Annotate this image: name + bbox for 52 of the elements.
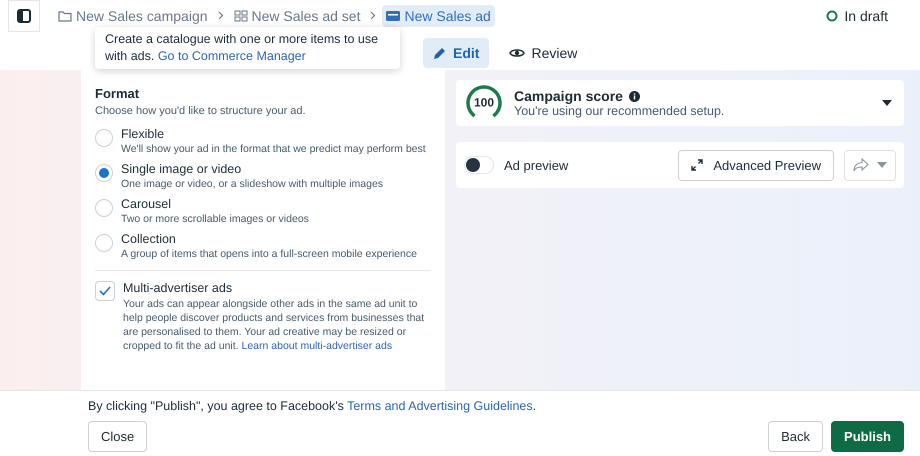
option-label: Flexible — [121, 127, 166, 141]
eye-icon — [509, 47, 526, 59]
footer-button[interactable]: Back — [768, 421, 824, 452]
tooltip-text: Create a catalogue with one or more items to use with ads. Go to Commerce Manager — [105, 32, 378, 63]
toggle-label: Ad preview — [504, 158, 568, 172]
share-icon — [853, 158, 869, 172]
checkbox[interactable] — [95, 281, 115, 301]
status-ring-icon — [826, 10, 838, 22]
option-label: Multi-advertiser ads — [123, 281, 234, 295]
radio-button[interactable] — [95, 199, 113, 217]
tab[interactable]: Edit — [423, 38, 490, 68]
advanced-preview-button[interactable]: Advanced Preview — [678, 150, 834, 180]
info-icon[interactable] — [628, 90, 640, 102]
option-description: We'll show your ad in the format that we predict may perform best — [121, 143, 426, 155]
folder-icon — [58, 10, 72, 22]
caret-icon — [877, 162, 887, 168]
card-title: Campaign score — [514, 88, 623, 104]
score-value: 100 — [474, 96, 494, 110]
expand-icon — [691, 159, 704, 171]
option-description: A group of items that opens into a full-screen mobile experience — [121, 248, 417, 260]
status-label: In draft — [844, 8, 888, 24]
section-subtitle: Choose how you'd like to structure your ad. — [95, 105, 307, 117]
option-label: Single image or video — [121, 162, 242, 176]
radio-button[interactable] — [95, 129, 113, 147]
option-label: Collection — [121, 232, 177, 246]
option-description: Your ads can appear alongside other ads in the same ad unit to help people discover products and services from businesses that are personalised to them. Your ad creative may be resized or cropped to fit the ad unit. Learn about multi-advertiser ads — [123, 297, 426, 353]
breadcrumb-item[interactable]: New Sales ad — [382, 5, 495, 27]
caret-icon[interactable] — [882, 100, 892, 106]
option-description: One image or video, or a slideshow with multiple images — [121, 178, 384, 190]
terms-link[interactable]: Terms and Advertising Guidelines — [347, 399, 533, 413]
option-label: Carousel — [121, 197, 172, 211]
terms-text: By clicking "Publish", you agree to Facebook's Terms and Advertising Guidelines. — [88, 399, 538, 413]
option-description: Two or more scrollable images or videos — [121, 213, 309, 225]
breadcrumb-item[interactable]: New Sales campaign — [54, 5, 212, 27]
share-dropdown-button[interactable] — [844, 150, 896, 180]
learn-more-link[interactable]: Learn about multi-advertiser ads — [242, 340, 392, 352]
ad-icon — [386, 10, 400, 22]
section-title: Format — [95, 86, 140, 101]
commerce-manager-link[interactable]: Go to Commerce Manager — [158, 49, 306, 63]
grid-icon — [234, 10, 248, 22]
radio-button[interactable] — [95, 164, 113, 182]
card-subtitle: You're using our recommended setup. — [514, 104, 724, 118]
breadcrumb-item[interactable]: New Sales ad set — [230, 5, 364, 27]
radio-button[interactable] — [95, 234, 113, 252]
toggle-switch[interactable] — [464, 156, 494, 174]
sidebar-toggle-button[interactable] — [8, 0, 40, 32]
publish-button[interactable]: Publish — [831, 421, 904, 452]
tab[interactable]: Review — [499, 38, 588, 68]
pencil-icon — [433, 46, 447, 60]
sidebar-icon — [17, 9, 31, 23]
checkmark-icon — [99, 286, 111, 296]
footer-button[interactable]: Close — [88, 421, 148, 452]
